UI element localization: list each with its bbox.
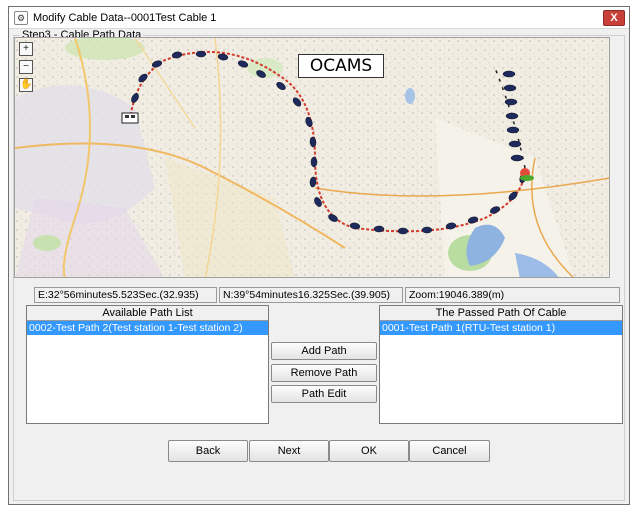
add-path-button[interactable]: Add Path <box>271 342 377 360</box>
zoom-out-icon[interactable]: − <box>19 60 33 74</box>
remove-path-button[interactable]: Remove Path <box>271 364 377 382</box>
list-item[interactable]: 0001-Test Path 1(RTU-Test station 1) <box>380 321 622 335</box>
passed-path-list[interactable]: The Passed Path Of Cable 0001-Test Path … <box>379 305 623 424</box>
status-north-coordinate: N:39°54minutes16.325Sec.(39.905) <box>219 287 403 303</box>
cancel-button[interactable]: Cancel <box>409 440 490 462</box>
app-icon: ⚙ <box>14 11 28 25</box>
status-zoom: Zoom:19046.389(m) <box>405 287 620 303</box>
close-button[interactable]: X <box>603 10 625 26</box>
passed-path-list-header: The Passed Path Of Cable <box>380 306 622 321</box>
path-edit-button[interactable]: Path Edit <box>271 385 377 403</box>
available-path-list-header: Available Path List <box>27 306 268 321</box>
pan-hand-icon[interactable]: ✋ <box>19 78 33 92</box>
available-path-list[interactable]: Available Path List 0002-Test Path 2(Tes… <box>26 305 269 424</box>
map-label-ocams: OCAMS <box>298 54 384 78</box>
zoom-in-icon[interactable]: + <box>19 42 33 56</box>
status-east-coordinate: E:32°56minutes5.523Sec.(32.935) <box>34 287 217 303</box>
next-button[interactable]: Next <box>249 440 329 462</box>
map-view[interactable]: OCAMS + − ✋ <box>14 37 610 278</box>
ok-button[interactable]: OK <box>329 440 409 462</box>
window-title: Modify Cable Data--0001Test Cable 1 <box>33 12 217 24</box>
title-bar: ⚙ Modify Cable Data--0001Test Cable 1 X <box>9 7 629 29</box>
list-item[interactable]: 0002-Test Path 2(Test station 1-Test sta… <box>27 321 268 335</box>
back-button[interactable]: Back <box>168 440 248 462</box>
